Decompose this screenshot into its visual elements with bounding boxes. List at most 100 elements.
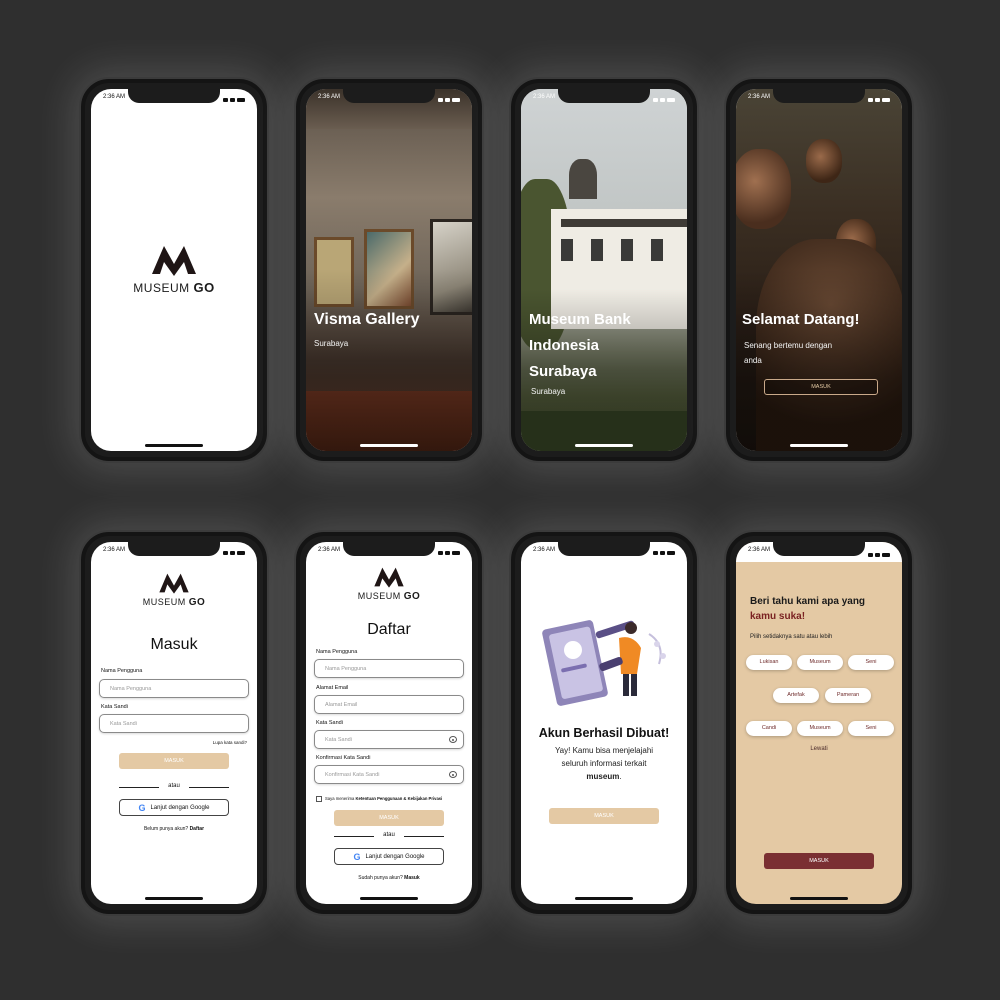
app-logo: MUSEUM GO: [91, 244, 257, 295]
eye-icon[interactable]: [449, 736, 457, 743]
confirm-password-label: Konfirmasi Kata Sandi: [316, 755, 371, 761]
phone-bank-indonesia: 2:36 AM Museum Bank Indonesia Surabaya S…: [509, 77, 699, 463]
success-screen: 2:36 AM Akun Berhasil Dibuat! Yay! Kamu …: [521, 542, 687, 904]
login-button[interactable]: MASUK: [119, 753, 229, 769]
museum-go-logo-icon: [159, 573, 189, 594]
status-time: 2:36 AM: [533, 547, 556, 553]
notch: [343, 89, 435, 103]
chip-seni[interactable]: Seni: [848, 655, 894, 670]
chip-museum-2[interactable]: Museum: [797, 721, 843, 736]
google-signin-button[interactable]: G Lanjut dengan Google: [119, 799, 229, 816]
skip-link[interactable]: Lewati: [736, 746, 902, 752]
statue-head-1: [736, 149, 791, 229]
phone-splash: 2:36 AM MUSEUM GO: [79, 77, 269, 463]
email-input[interactable]: Alamat Email: [314, 695, 464, 714]
interest-subtitle: Pilih setidaknya satu atau lebih: [750, 634, 833, 640]
password-input[interactable]: Kata Sandi: [314, 730, 464, 749]
chip-candi[interactable]: Candi: [746, 721, 792, 736]
home-indicator: [145, 444, 203, 447]
success-login-button[interactable]: MASUK: [549, 808, 659, 824]
chip-museum[interactable]: Museum: [797, 655, 843, 670]
success-body-line1: Yay! Kamu bisa menjelajahi: [554, 746, 654, 755]
logo-text: MUSEUM GO: [133, 280, 215, 295]
register-screen: 2:36 AM MUSEUM GO Daftar Nama Pengguna N…: [306, 542, 472, 904]
terms-link[interactable]: Ketentuan Penggunaan & Kebijakan Privasi: [356, 796, 443, 801]
dome: [569, 159, 597, 199]
welcome-screen: 2:36 AM Selamat Datang! Senang bertemu d…: [736, 89, 902, 451]
place-title-line3: Surabaya: [529, 363, 597, 380]
chip-artefak[interactable]: Artefak: [773, 688, 819, 703]
status-icons: [653, 547, 675, 558]
welcome-subtitle-line1: Senang bertemu dengan: [744, 341, 833, 350]
username-input[interactable]: Nama Pengguna: [314, 659, 464, 678]
status-icons: [868, 94, 890, 105]
login-prompt: Sudah punya akun? Masuk: [358, 875, 420, 881]
eye-icon[interactable]: [449, 771, 457, 778]
login-screen: 2:36 AM MUSEUM GO Masuk Nama Pengguna Na…: [91, 542, 257, 904]
status-icons: [223, 94, 245, 105]
home-indicator: [360, 444, 418, 447]
terms-checkbox[interactable]: [316, 796, 322, 802]
chip-lukisan[interactable]: Lukisan: [746, 655, 792, 670]
email-label: Alamat Email: [316, 685, 349, 691]
phone-login: 2:36 AM MUSEUM GO Masuk Nama Pengguna Na…: [79, 530, 269, 916]
bank-screen: 2:36 AM Museum Bank Indonesia Surabaya S…: [521, 89, 687, 451]
interest-title-line2: kamu suka!: [750, 611, 806, 622]
home-indicator: [360, 897, 418, 900]
place-city: Surabaya: [531, 387, 566, 396]
password-input[interactable]: Kata Sandi: [99, 714, 249, 733]
status-icons: [653, 94, 675, 105]
visma-screen: 2:36 AM Visma Gallery Surabaya: [306, 89, 472, 451]
username-label: Nama Pengguna: [316, 649, 358, 655]
google-signin-button[interactable]: G Lanjut dengan Google: [334, 848, 444, 865]
google-icon: G: [138, 802, 146, 813]
notch: [558, 542, 650, 556]
status-time: 2:36 AM: [318, 94, 341, 100]
welcome-subtitle-line2: anda: [744, 356, 762, 365]
username-input[interactable]: Nama Pengguna: [99, 679, 249, 698]
welcome-login-button[interactable]: MASUK: [764, 379, 878, 395]
status-icons: [223, 547, 245, 558]
status-time: 2:36 AM: [103, 547, 126, 553]
forgot-password-link[interactable]: Lupa kata sandi?: [213, 740, 247, 745]
place-title: Visma Gallery: [314, 311, 420, 328]
phone-register: 2:36 AM MUSEUM GO Daftar Nama Pengguna N…: [294, 530, 484, 916]
place-city: Surabaya: [314, 339, 349, 348]
phone-welcome: 2:36 AM Selamat Datang! Senang bertemu d…: [724, 77, 914, 463]
notch: [558, 89, 650, 103]
statue-head-2: [806, 139, 842, 183]
chip-seni-2[interactable]: Seni: [848, 721, 894, 736]
statue-photo: [736, 89, 902, 451]
home-indicator: [790, 897, 848, 900]
register-prompt: Belum punya akun? Daftar: [143, 826, 205, 832]
phone-visma-gallery: 2:36 AM Visma Gallery Surabaya: [294, 77, 484, 463]
notch: [128, 542, 220, 556]
register-button[interactable]: MASUK: [334, 810, 444, 826]
register-link[interactable]: Daftar: [190, 826, 204, 832]
chip-pameran[interactable]: Pameran: [825, 688, 871, 703]
username-label: Nama Pengguna: [101, 668, 143, 674]
splash-screen: 2:36 AM MUSEUM GO: [91, 89, 257, 451]
app-logo: MUSEUM GO: [306, 566, 472, 602]
home-indicator: [790, 444, 848, 447]
museum-go-logo-icon: [152, 246, 196, 276]
or-text: atau: [383, 832, 395, 838]
confirm-password-input[interactable]: Konfirmasi Kata Sandi: [314, 765, 464, 784]
status-icons: [868, 547, 890, 562]
museum-building-photo: [521, 89, 687, 451]
google-button-label: Lanjut dengan Google: [150, 804, 210, 811]
place-title-line1: Museum Bank: [529, 311, 631, 328]
terms-text: Saya menerima Ketentuan Penggunaan & Keb…: [325, 796, 443, 801]
place-title-line2: Indonesia: [529, 337, 600, 354]
welcome-title: Selamat Datang!: [742, 311, 860, 328]
home-indicator: [575, 897, 633, 900]
status-icons: [438, 94, 460, 105]
google-icon: G: [353, 851, 361, 862]
or-text: atau: [168, 783, 180, 789]
divider-right: [189, 787, 229, 788]
app-logo: MUSEUM GO: [91, 572, 257, 608]
interest-login-button[interactable]: MASUK: [764, 853, 874, 869]
notch: [773, 542, 865, 556]
status-time: 2:36 AM: [533, 94, 556, 100]
login-link[interactable]: Masuk: [404, 875, 420, 881]
